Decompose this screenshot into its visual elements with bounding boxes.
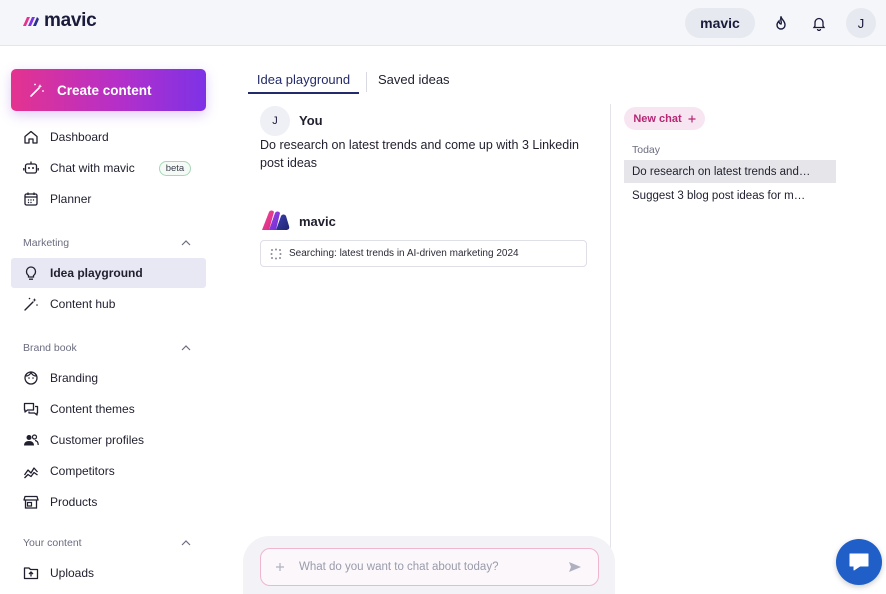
section-title: Brand book xyxy=(23,342,77,354)
home-icon xyxy=(24,130,38,144)
chevron-up-icon xyxy=(181,345,191,351)
create-content-label: Create content xyxy=(57,82,152,98)
plus-icon[interactable] xyxy=(275,562,285,572)
sidebar-item-label: Branding xyxy=(50,371,99,385)
sidebar-item-label: Content themes xyxy=(50,402,135,416)
sidebar-item-content-themes[interactable]: Content themes xyxy=(11,394,206,424)
wand-icon xyxy=(24,297,38,311)
user-message-avatar: J xyxy=(260,106,290,136)
bot-icon xyxy=(23,161,39,174)
magic-wand-icon xyxy=(30,83,44,97)
search-status-text: Searching: latest trends in AI-driven ma… xyxy=(289,248,519,259)
search-status-box: Searching: latest trends in AI-driven ma… xyxy=(260,240,587,267)
sidebar-item-content-hub[interactable]: Content hub xyxy=(11,289,206,319)
app-name: mavic xyxy=(44,10,97,31)
tab-idea-playground[interactable]: Idea playground xyxy=(248,72,359,94)
section-header-your-content[interactable]: Your content xyxy=(23,537,191,549)
section-title: Your content xyxy=(23,537,82,549)
fire-icon[interactable] xyxy=(770,12,792,34)
chevron-up-icon xyxy=(181,240,191,246)
sidebar-item-chat-with-mavic[interactable]: Chat with mavic beta xyxy=(11,153,206,183)
sidebar-item-branding[interactable]: Branding xyxy=(11,363,206,393)
sidebar-item-idea-playground[interactable]: Idea playground xyxy=(11,258,206,288)
plus-icon xyxy=(688,115,696,122)
sidebar-item-uploads[interactable]: Uploads xyxy=(11,558,206,588)
lightbulb-icon xyxy=(25,266,37,280)
sidebar-item-label: Planner xyxy=(50,192,92,206)
section-header-marketing[interactable]: Marketing xyxy=(23,237,191,249)
chat-bubbles-icon xyxy=(23,402,39,416)
store-icon xyxy=(23,495,39,509)
people-icon xyxy=(24,434,39,446)
history-group-label: Today xyxy=(632,144,661,156)
history-item[interactable]: Do research on latest trends and… xyxy=(624,160,836,183)
sidebar-item-label: Content hub xyxy=(50,297,116,311)
panel-divider xyxy=(610,104,611,594)
app-logo[interactable]: mavic xyxy=(22,10,97,32)
chevron-up-icon xyxy=(181,540,191,546)
new-chat-label: New chat xyxy=(633,112,682,125)
chat-bubble-icon xyxy=(849,553,869,571)
sidebar-item-customer-profiles[interactable]: Customer profiles xyxy=(11,425,206,455)
sidebar-item-planner[interactable]: Planner xyxy=(11,184,206,214)
support-chat-button[interactable] xyxy=(836,539,882,585)
top-bar: mavic mavic J xyxy=(0,0,886,46)
chart-icon xyxy=(23,467,38,479)
sidebar-item-label: Customer profiles xyxy=(50,433,145,447)
new-chat-button[interactable]: New chat xyxy=(624,107,705,130)
loading-dots-icon xyxy=(270,248,282,259)
sidebar-item-dashboard[interactable]: Dashboard xyxy=(11,122,206,152)
history-item[interactable]: Suggest 3 blog post ideas for m… xyxy=(624,184,836,207)
send-icon[interactable] xyxy=(568,561,582,573)
beta-badge: beta xyxy=(158,160,192,176)
chat-input-box[interactable] xyxy=(260,548,599,586)
workspace-button[interactable]: mavic xyxy=(685,8,755,38)
sidebar-item-products[interactable]: Products xyxy=(11,487,206,517)
sidebar-item-label: Uploads xyxy=(50,566,95,580)
calendar-icon xyxy=(24,192,38,206)
user-message-text: Do research on latest trends and come up… xyxy=(260,138,579,170)
chat-input[interactable] xyxy=(299,561,554,573)
mavic-logo-icon xyxy=(23,17,39,26)
create-content-button[interactable]: Create content xyxy=(11,69,206,111)
sidebar-item-competitors[interactable]: Competitors xyxy=(11,456,206,486)
sidebar-item-label: Chat with mavic xyxy=(50,161,135,175)
face-icon xyxy=(24,371,38,385)
tab-divider xyxy=(366,72,367,92)
sidebar-item-label: Idea playground xyxy=(50,266,143,280)
tab-saved-ideas[interactable]: Saved ideas xyxy=(378,72,450,87)
user-avatar-button[interactable]: J xyxy=(846,8,876,38)
sidebar-item-label: Dashboard xyxy=(50,130,109,144)
bell-icon[interactable] xyxy=(808,12,830,34)
folder-upload-icon xyxy=(23,567,39,580)
mavic-avatar-icon xyxy=(260,208,291,238)
section-header-brand-book[interactable]: Brand book xyxy=(23,342,191,354)
sidebar-item-label: Products xyxy=(50,495,98,509)
sidebar-item-label: Competitors xyxy=(50,464,115,478)
bot-message-author: mavic xyxy=(299,214,336,229)
user-message-author: You xyxy=(299,113,323,128)
section-title: Marketing xyxy=(23,237,70,249)
